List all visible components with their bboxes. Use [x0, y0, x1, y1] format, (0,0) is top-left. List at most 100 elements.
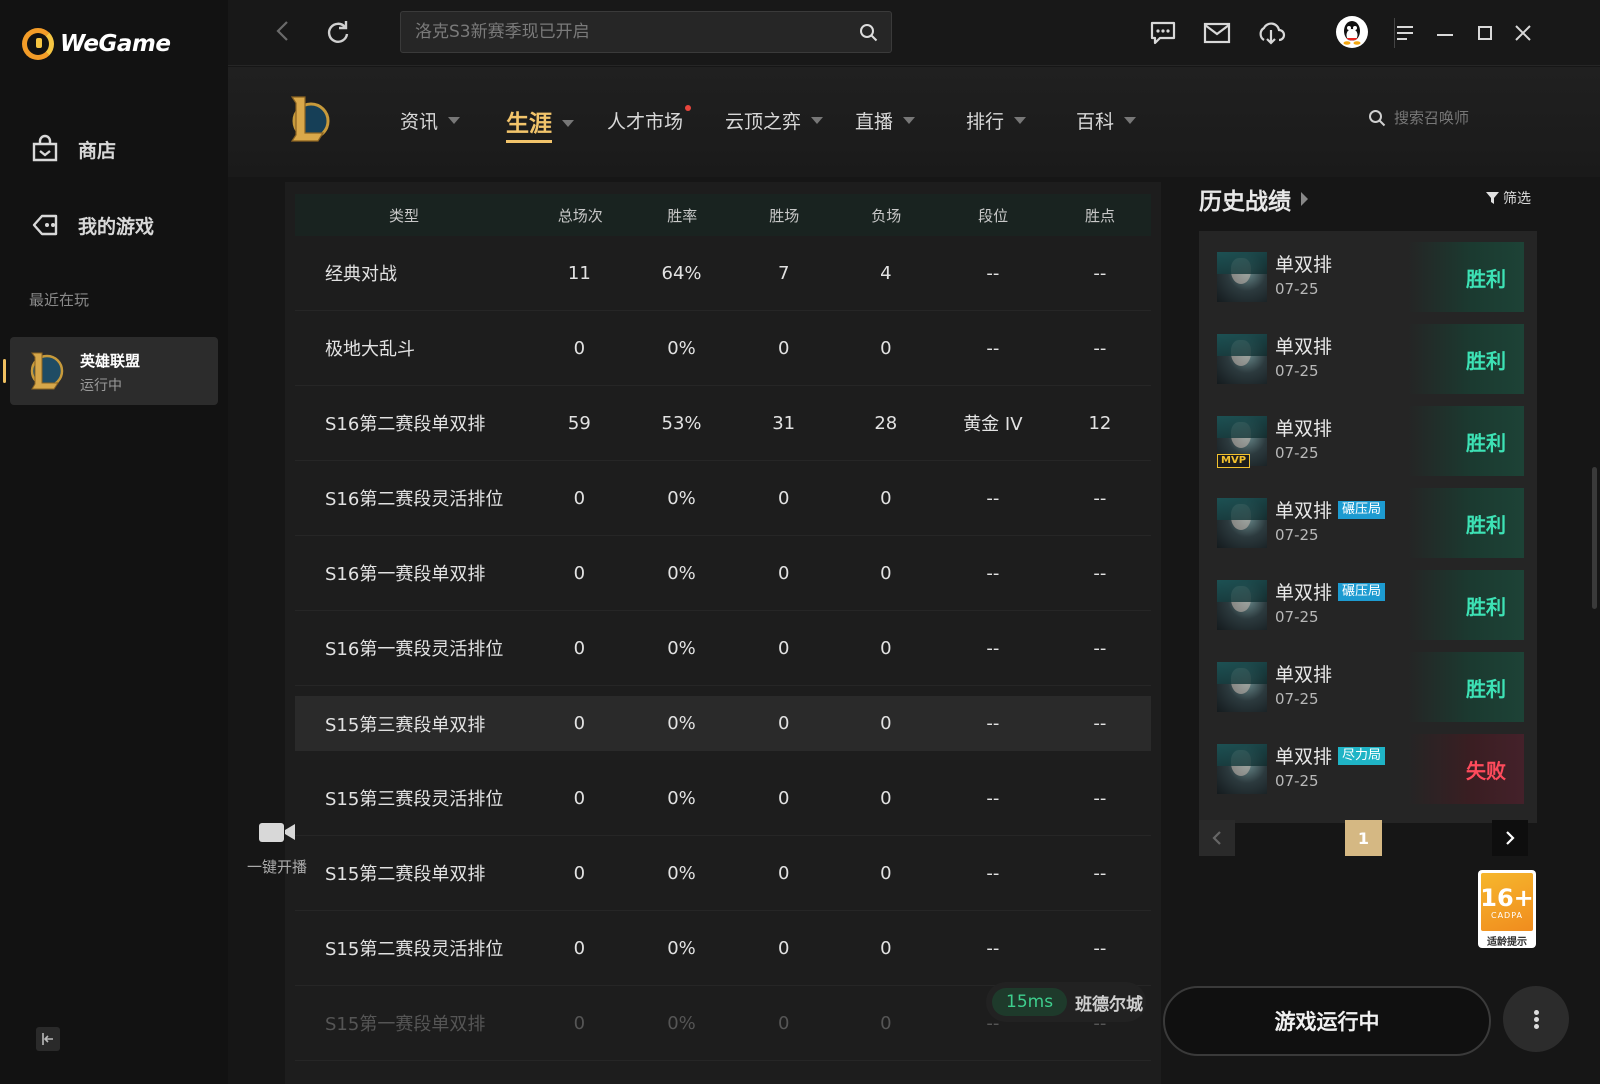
match-mode: 单双排	[1275, 660, 1332, 687]
match-date: 07-25	[1275, 526, 1319, 544]
page-scrollbar[interactable]	[1592, 467, 1597, 609]
mail-button[interactable]	[1202, 18, 1232, 48]
match-mode: 单双排	[1275, 332, 1332, 359]
global-search-input[interactable]	[415, 20, 835, 44]
more-options-button[interactable]	[1503, 986, 1569, 1052]
table-cell: 0	[573, 787, 586, 809]
one-click-live-button[interactable]: 一键开播	[242, 820, 312, 877]
match-item[interactable]: 单双排 07-25 胜利	[1199, 652, 1537, 722]
table-cell: 4	[880, 262, 892, 284]
table-cell: S15第二赛段单双排	[325, 864, 486, 885]
table-cell: 0%	[667, 787, 696, 809]
summoner-search[interactable]: 搜索召唤师	[1368, 107, 1469, 128]
gamepad-icon	[30, 210, 60, 240]
table-row[interactable]: S16第一赛段单双排 0 0% 0 0 -- --	[295, 536, 1151, 611]
chevron-down-icon	[448, 117, 461, 124]
table-cell: S15第二赛段灵活排位	[325, 939, 504, 960]
page-number-current[interactable]: 1	[1345, 820, 1382, 856]
table-row[interactable]: S15第三赛段灵活排位 0 0% 0 0 -- --	[295, 761, 1151, 836]
match-result: 胜利	[1408, 242, 1524, 312]
match-item[interactable]: 单双排 碾压局 07-25 胜利	[1199, 570, 1537, 640]
chat-button[interactable]	[1148, 18, 1178, 48]
match-item[interactable]: 单双排 07-25 胜利	[1199, 242, 1537, 312]
server-name: 班德尔城	[1075, 994, 1144, 1015]
qq-avatar-icon[interactable]	[1336, 16, 1368, 48]
match-result: 胜利	[1408, 488, 1524, 558]
refresh-button[interactable]	[324, 18, 352, 46]
match-date: 07-25	[1275, 608, 1319, 626]
minimize-button[interactable]	[1430, 18, 1460, 48]
table-row[interactable]: S15第三赛段单双排 0 0% 0 0 -- --	[295, 696, 1151, 751]
recent-game-card[interactable]: 英雄联盟 运行中	[3, 337, 218, 405]
menu-icon	[1397, 26, 1413, 40]
collapse-sidebar-button[interactable]	[36, 1027, 60, 1051]
history-title[interactable]: 历史战绩	[1199, 182, 1308, 216]
wegame-logo[interactable]: WeGame	[22, 28, 171, 60]
table-row[interactable]: 极地大乱斗 0 0% 0 0 -- --	[295, 311, 1151, 386]
prev-page-button[interactable]	[1199, 820, 1235, 856]
table-cell: 0	[777, 562, 790, 584]
table-cell: 0	[880, 937, 892, 959]
stats-table: 类型 总场次 胜率 胜场 负场 段位 胜点 经典对战 11 64% 7 4 -- -- 极地大…	[295, 194, 1151, 1061]
tab-tft[interactable]: 云顶之弈	[725, 107, 824, 134]
table-cell: 0	[880, 862, 892, 884]
tab-career[interactable]: 生涯	[506, 104, 574, 143]
search-icon[interactable]	[859, 23, 879, 43]
table-row[interactable]: S16第二赛段单双排 59 53% 31 28 黄金 IV 12	[295, 386, 1151, 461]
table-row[interactable]: S15第二赛段单双排 0 0% 0 0 -- --	[295, 836, 1151, 911]
table-header: 类型 总场次 胜率 胜场 负场 段位 胜点	[295, 194, 1151, 236]
table-cell: --	[1093, 487, 1107, 509]
table-cell: 0%	[667, 862, 696, 884]
match-date: 07-25	[1275, 444, 1319, 462]
table-row[interactable]: S16第二赛段灵活排位 0 0% 0 0 -- --	[295, 461, 1151, 536]
table-row[interactable]: S16第一赛段灵活排位 0 0% 0 0 -- --	[295, 611, 1151, 686]
filter-icon	[1486, 192, 1499, 204]
tab-label: 百科	[1076, 111, 1115, 133]
match-date: 07-25	[1275, 772, 1319, 790]
table-cell: 0	[573, 937, 586, 959]
lol-logo-icon[interactable]	[284, 91, 332, 147]
table-row[interactable]: 经典对战 11 64% 7 4 -- --	[295, 236, 1151, 311]
download-button[interactable]	[1256, 18, 1286, 48]
table-cell: 0%	[667, 637, 696, 659]
sidebar-item-shop[interactable]: 商店	[30, 134, 116, 164]
table-cell: 0	[777, 637, 790, 659]
tab-wiki[interactable]: 百科	[1076, 107, 1137, 134]
table-cell: 0%	[667, 562, 696, 584]
back-button[interactable]	[270, 18, 298, 46]
tab-ranking[interactable]: 排行	[966, 107, 1027, 134]
filter-button[interactable]: 筛选	[1486, 188, 1531, 208]
close-button[interactable]	[1508, 18, 1538, 48]
age-rating-badge[interactable]: 16+ CADPA 适龄提示	[1478, 870, 1536, 948]
next-page-button[interactable]	[1492, 820, 1528, 856]
table-cell: 53%	[661, 412, 702, 434]
refresh-icon	[327, 21, 349, 43]
maximize-button[interactable]	[1470, 18, 1500, 48]
tab-news[interactable]: 资讯	[400, 107, 461, 134]
table-cell: 0	[777, 862, 790, 884]
match-mode-text: 单双排	[1275, 254, 1333, 276]
menu-button[interactable]	[1390, 18, 1420, 48]
table-cell: --	[986, 337, 1000, 359]
tab-live[interactable]: 直播	[855, 107, 916, 134]
match-item[interactable]: 单双排 07-25 胜利	[1199, 324, 1537, 394]
sidebar-item-my-games[interactable]: 我的游戏	[30, 210, 154, 240]
match-item[interactable]: MVP 单双排 07-25 胜利	[1199, 406, 1537, 476]
match-item[interactable]: 单双排 尽力局 07-25 失败	[1199, 734, 1537, 804]
game-running-button[interactable]: 游戏运行中	[1163, 986, 1491, 1056]
history-pagination: 1	[1199, 818, 1539, 858]
table-cell: 0	[573, 1012, 586, 1034]
shop-bag-icon	[30, 134, 60, 164]
match-mode-text: 单双排	[1275, 746, 1333, 768]
table-row[interactable]: S15第二赛段灵活排位 0 0% 0 0 -- --	[295, 911, 1151, 986]
tab-talent-market[interactable]: 人才市场	[607, 105, 692, 134]
match-item[interactable]: 单双排 碾压局 07-25 胜利	[1199, 488, 1537, 558]
table-cell: 黄金 IV	[963, 414, 1023, 435]
match-mode-text: 单双排	[1275, 336, 1333, 358]
match-mode-text: 单双排	[1275, 500, 1333, 522]
chevron-down-icon	[811, 117, 824, 124]
minimize-icon	[1437, 34, 1453, 36]
global-search-box[interactable]	[400, 11, 892, 53]
server-status[interactable]: 15ms 班德尔城	[986, 982, 1146, 1022]
table-cell: 0	[777, 487, 790, 509]
